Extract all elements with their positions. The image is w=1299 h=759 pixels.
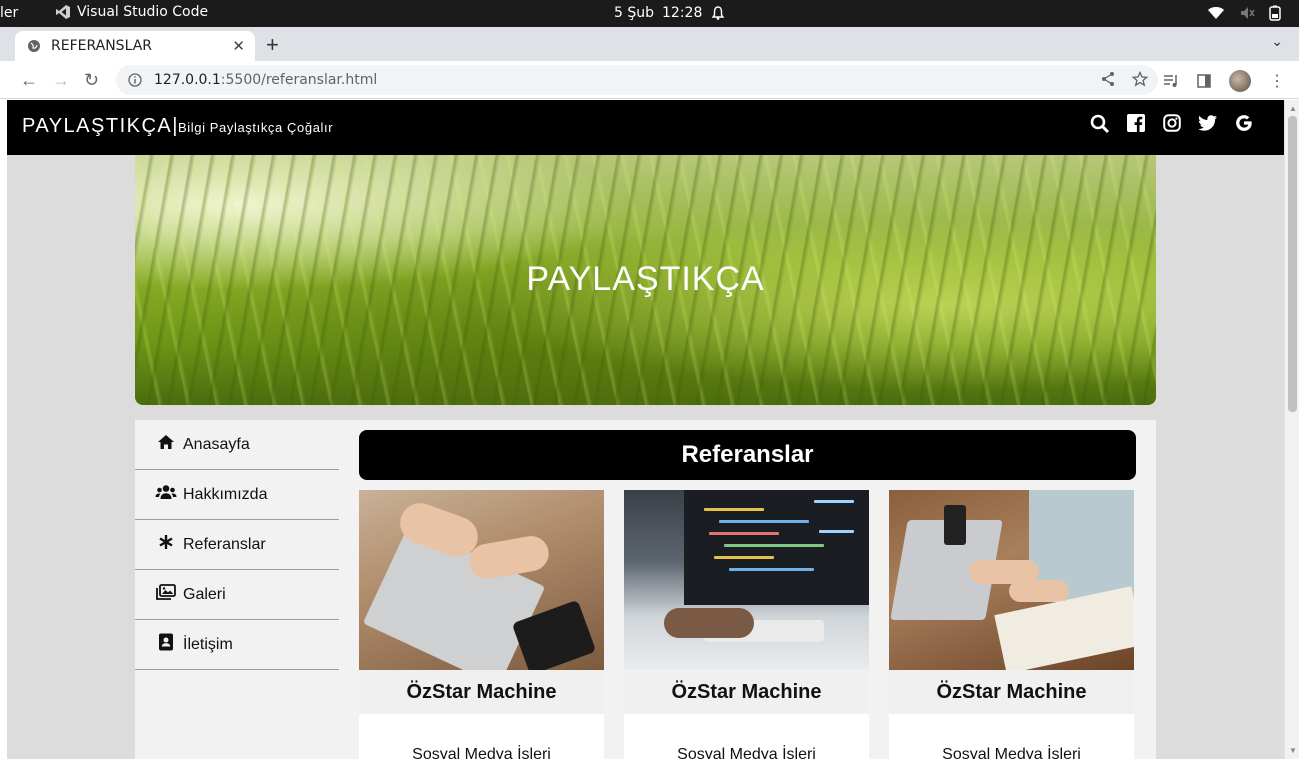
content-area: Anasayfa Hakkımızda Referanslar Galeri İ… (135, 420, 1156, 759)
browser-tab[interactable]: REFERANSLAR ✕ (15, 31, 255, 61)
twitter-icon[interactable] (1198, 114, 1218, 134)
images-icon (155, 584, 177, 605)
tab-title: REFERANSLAR (51, 38, 152, 54)
share-icon[interactable] (1100, 71, 1116, 87)
instagram-icon[interactable] (1162, 114, 1182, 134)
header-icons (1090, 114, 1254, 134)
page-scrollbar[interactable]: ▲ ▼ (1284, 100, 1299, 759)
address-bar[interactable]: 127.0.0.1:5500/referanslar.html (116, 65, 1158, 95)
active-app-label: Visual Studio Code (77, 4, 209, 20)
reference-card[interactable]: ÖzStar Machine Sosyal Medya İşleri (624, 490, 869, 759)
card-image-laptop-desk (889, 490, 1134, 670)
back-icon[interactable]: ← (20, 70, 38, 91)
hero-title: PAYLAŞTIKÇA (526, 260, 765, 298)
card-description: Sosyal Medya İşleri (677, 746, 816, 759)
date-label: 5 Şub (614, 5, 655, 21)
reference-card[interactable]: ÖzStar Machine Sosyal Medya İşleri (889, 490, 1134, 759)
menu-item-galeri[interactable]: Galeri (135, 570, 339, 620)
menu-item-referanslar[interactable]: Referanslar (135, 520, 339, 570)
media-control-icon[interactable] (1163, 74, 1179, 88)
globe-icon (28, 40, 40, 52)
time-label: 12:28 (662, 5, 703, 21)
menu-item-label: Galeri (183, 585, 226, 603)
reference-card[interactable]: ÖzStar Machine Sosyal Medya İşleri (359, 490, 604, 759)
card-title: ÖzStar Machine (889, 670, 1134, 714)
google-icon[interactable] (1234, 114, 1254, 134)
site-header: PAYLAŞTIKÇA| Bilgi Paylaştıkça Çoğalır (7, 100, 1284, 155)
profile-avatar[interactable] (1229, 70, 1251, 92)
section-title: Referanslar (359, 430, 1136, 480)
menu-item-label: Hakkımızda (183, 485, 268, 503)
card-image-laptop-typing (359, 490, 604, 670)
site-slogan: Bilgi Paylaştıkça Çoğalır (178, 120, 334, 135)
asterisk-icon (155, 534, 177, 555)
side-menu: Anasayfa Hakkımızda Referanslar Galeri İ… (135, 420, 339, 670)
card-image-code-monitor (624, 490, 869, 670)
bell-icon (711, 6, 725, 20)
hero-banner: PAYLAŞTIKÇA (135, 155, 1156, 405)
card-title: ÖzStar Machine (359, 670, 604, 714)
kebab-menu-icon[interactable]: ⋮ (1269, 71, 1285, 91)
url-path: :5500/referanslar.html (220, 72, 378, 88)
search-icon[interactable] (1090, 114, 1110, 134)
forward-icon[interactable]: → (52, 70, 70, 91)
reference-cards: ÖzStar Machine Sosyal Medya İşleri ÖzSta… (359, 490, 1136, 759)
close-tab-icon[interactable]: ✕ (232, 37, 245, 55)
card-description: Sosyal Medya İşleri (942, 746, 1081, 759)
card-title: ÖzStar Machine (624, 670, 869, 714)
bookmark-star-icon[interactable] (1132, 71, 1148, 87)
main-section: Referanslar ÖzStar Machine Sosyal Medya … (359, 430, 1136, 759)
scroll-down-icon[interactable]: ▼ (1289, 746, 1297, 755)
browser-toolbar: ← → ↻ 127.0.0.1:5500/referanslar.html ⋮ (0, 61, 1299, 99)
contact-book-icon (155, 633, 177, 656)
system-tray[interactable] (1207, 5, 1281, 21)
menu-item-anasayfa[interactable]: Anasayfa (135, 420, 339, 470)
new-tab-icon[interactable]: + (266, 32, 279, 58)
menu-item-iletisim[interactable]: İletişim (135, 620, 339, 670)
scrollbar-thumb[interactable] (1288, 116, 1297, 412)
page-viewport: PAYLAŞTIKÇA| Bilgi Paylaştıkça Çoğalır P… (7, 100, 1284, 759)
side-panel-icon[interactable] (1197, 74, 1211, 88)
users-icon (155, 484, 177, 505)
site-info-icon[interactable] (128, 73, 142, 87)
site-brand[interactable]: PAYLAŞTIKÇA| (22, 115, 179, 138)
menu-item-label: Referanslar (183, 535, 266, 553)
clock[interactable]: 5 Şub 12:28 (614, 5, 726, 21)
os-top-bar: ler Visual Studio Code 5 Şub 12:28 (0, 0, 1299, 27)
volume-muted-icon (1241, 7, 1255, 19)
menu-item-hakkimizda[interactable]: Hakkımızda (135, 470, 339, 520)
facebook-icon[interactable] (1126, 114, 1146, 134)
active-app[interactable]: Visual Studio Code (55, 4, 208, 20)
vscode-icon (56, 5, 70, 19)
scroll-up-icon[interactable]: ▲ (1289, 104, 1297, 113)
left-app-label[interactable]: ler (0, 5, 18, 21)
tab-strip: REFERANSLAR ✕ + ⌄ (0, 27, 1299, 61)
home-icon (155, 434, 177, 455)
tab-search-chevron-icon[interactable]: ⌄ (1271, 33, 1283, 50)
battery-icon (1269, 5, 1281, 21)
menu-item-label: Anasayfa (183, 435, 250, 453)
reload-icon[interactable]: ↻ (84, 70, 99, 91)
card-description: Sosyal Medya İşleri (412, 746, 551, 759)
menu-item-label: İletişim (183, 635, 233, 653)
wifi-icon (1208, 7, 1224, 19)
url-host: 127.0.0.1 (154, 72, 221, 88)
